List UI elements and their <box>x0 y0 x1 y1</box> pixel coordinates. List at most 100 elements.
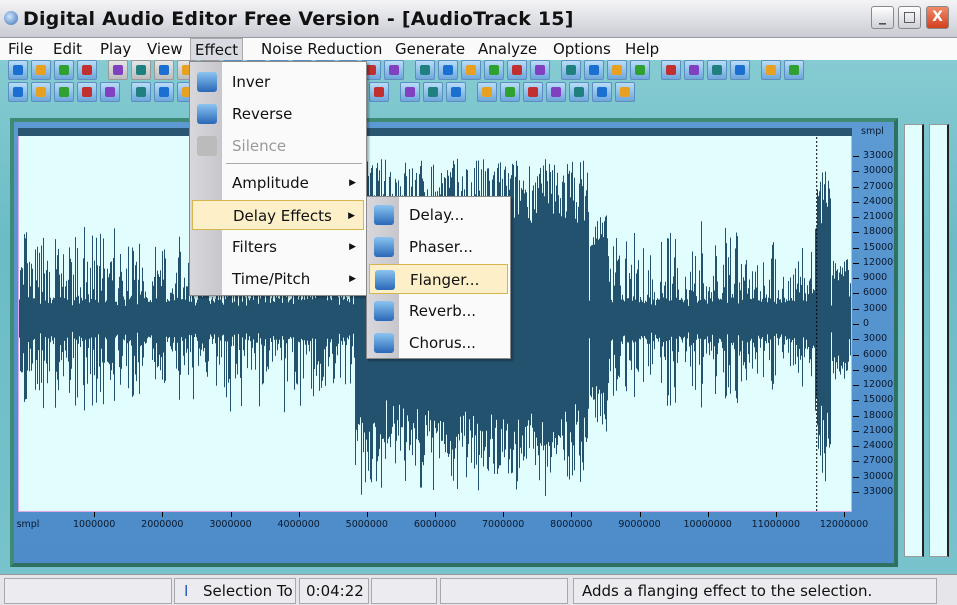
record-button[interactable] <box>54 82 74 102</box>
speed-button[interactable] <box>584 60 604 80</box>
fade-out-button[interactable] <box>415 60 435 80</box>
menu-item-label: Phaser... <box>409 238 473 256</box>
rewind-button[interactable] <box>154 82 174 102</box>
new-icon <box>13 65 23 75</box>
menu-item-delay[interactable]: Delay... <box>369 200 508 230</box>
y-tick-label: 27000 <box>863 455 894 467</box>
x-tick-label: 10000000 <box>683 519 732 530</box>
tuning-icon <box>766 65 776 75</box>
menu-item-flanger[interactable]: Flanger... <box>369 264 508 294</box>
menu-item-phaser[interactable]: Phaser... <box>369 232 508 262</box>
open-button[interactable] <box>31 60 51 80</box>
menu-noise-reduction[interactable]: Noise Reduction <box>257 38 386 60</box>
menu-item-chorus[interactable]: Chorus... <box>369 328 508 358</box>
y-tick-label: 9000 <box>863 363 888 375</box>
loop-button[interactable] <box>31 82 51 102</box>
undo-button[interactable] <box>108 60 128 80</box>
equalizer-icon <box>735 65 745 75</box>
menu-item-label: Delay... <box>409 206 465 224</box>
y-tick <box>853 156 859 157</box>
menu-edit[interactable]: Edit <box>49 38 86 60</box>
shelf-button[interactable] <box>569 82 589 102</box>
minimize-button[interactable]: _ <box>871 6 894 29</box>
save-all-button[interactable] <box>77 60 97 80</box>
bandpass-button[interactable] <box>500 82 520 102</box>
save-button[interactable] <box>54 60 74 80</box>
menu-item-reverb[interactable]: Reverb... <box>369 296 508 326</box>
equalizer-button[interactable] <box>730 60 750 80</box>
menu-item-silence[interactable]: Silence <box>192 131 364 161</box>
phaser-button[interactable] <box>630 60 650 80</box>
filter-button[interactable] <box>423 82 443 102</box>
stretch-button[interactable] <box>507 60 527 80</box>
open-icon <box>36 65 46 75</box>
tempo-button[interactable] <box>561 60 581 80</box>
amplify-button[interactable] <box>461 60 481 80</box>
menu-item-time-pitch[interactable]: Time/Pitch ▶ <box>192 264 364 294</box>
new-button[interactable] <box>8 60 28 80</box>
menu-item-label: Delay Effects <box>233 207 332 225</box>
bandstop-button[interactable] <box>523 82 543 102</box>
menu-item-delay-effects[interactable]: Delay Effects ▶ <box>192 200 364 230</box>
fade-in-button[interactable] <box>384 60 404 80</box>
chorus-button[interactable] <box>707 60 727 80</box>
maximize-button[interactable]: □ <box>898 6 921 29</box>
menu-effect[interactable]: Effect <box>190 38 244 60</box>
amplitude-up-button[interactable] <box>369 82 389 102</box>
x-tick-label: 1000000 <box>73 519 116 530</box>
cut-button[interactable] <box>154 60 174 80</box>
menu-file[interactable]: File <box>4 38 37 60</box>
close-button[interactable]: X <box>926 6 949 29</box>
menu-item-label: Inver <box>232 73 271 91</box>
invert-button[interactable] <box>484 60 504 80</box>
notch-button[interactable] <box>546 82 566 102</box>
reverb-button[interactable] <box>684 60 704 80</box>
tuning-button[interactable] <box>761 60 781 80</box>
eq-button[interactable] <box>615 82 635 102</box>
gate-button[interactable] <box>592 82 612 102</box>
x-tick-label: 6000000 <box>413 519 457 530</box>
pitch-button[interactable] <box>530 60 550 80</box>
title-bar: Digital Audio Editor Free Version - [Aud… <box>0 0 957 38</box>
y-tick-label: 3000 <box>863 333 888 345</box>
save-icon <box>59 65 69 75</box>
x-axis: smpl 1000000 2000000 3000000 4000000 5000000 6… <box>17 512 868 534</box>
menu-item-label: Reverb... <box>409 302 477 320</box>
y-tick-label: 3000 <box>863 302 888 314</box>
menu-generate[interactable]: Generate <box>391 38 469 60</box>
menu-play[interactable]: Play <box>96 38 135 60</box>
normalize-button[interactable] <box>438 60 458 80</box>
menu-options[interactable]: Options <box>549 38 615 60</box>
menu-analyze[interactable]: Analyze <box>474 38 541 60</box>
menu-item-reverse[interactable]: Reverse <box>192 99 364 129</box>
redo-button[interactable] <box>131 60 151 80</box>
plugin-button[interactable] <box>784 60 804 80</box>
status-panel-5 <box>440 578 568 604</box>
stop-button[interactable] <box>100 82 120 102</box>
pause-button[interactable] <box>77 82 97 102</box>
silence-icon <box>197 136 217 156</box>
go-start-button[interactable] <box>131 82 151 102</box>
flanger-button[interactable] <box>661 60 681 80</box>
lowpass-button[interactable] <box>477 82 497 102</box>
status-message: Adds a flanging effect to the selection. <box>573 578 937 604</box>
overview-strip[interactable] <box>18 128 852 136</box>
menu-help[interactable]: Help <box>621 38 663 60</box>
menu-item-filters[interactable]: Filters ▶ <box>192 232 364 262</box>
y-tick <box>853 247 859 249</box>
play-button[interactable] <box>8 82 28 102</box>
y-tick <box>853 354 859 356</box>
delay-button[interactable] <box>607 60 627 80</box>
undo-icon <box>113 65 123 75</box>
menu-view[interactable]: View <box>143 38 187 60</box>
menu-item-label: Amplitude <box>232 174 309 192</box>
menu-item-amplitude[interactable]: Amplitude ▶ <box>192 168 364 198</box>
y-tick-label: 6000 <box>863 348 888 360</box>
menu-item-inver[interactable]: Inver <box>192 67 364 97</box>
highpass-button[interactable] <box>446 82 466 102</box>
delay-icon <box>612 65 622 75</box>
amplitude-down-button[interactable] <box>400 82 420 102</box>
y-axis-unit: smpl <box>861 126 884 137</box>
x-tick <box>94 512 96 517</box>
reverb-icon <box>374 301 394 321</box>
